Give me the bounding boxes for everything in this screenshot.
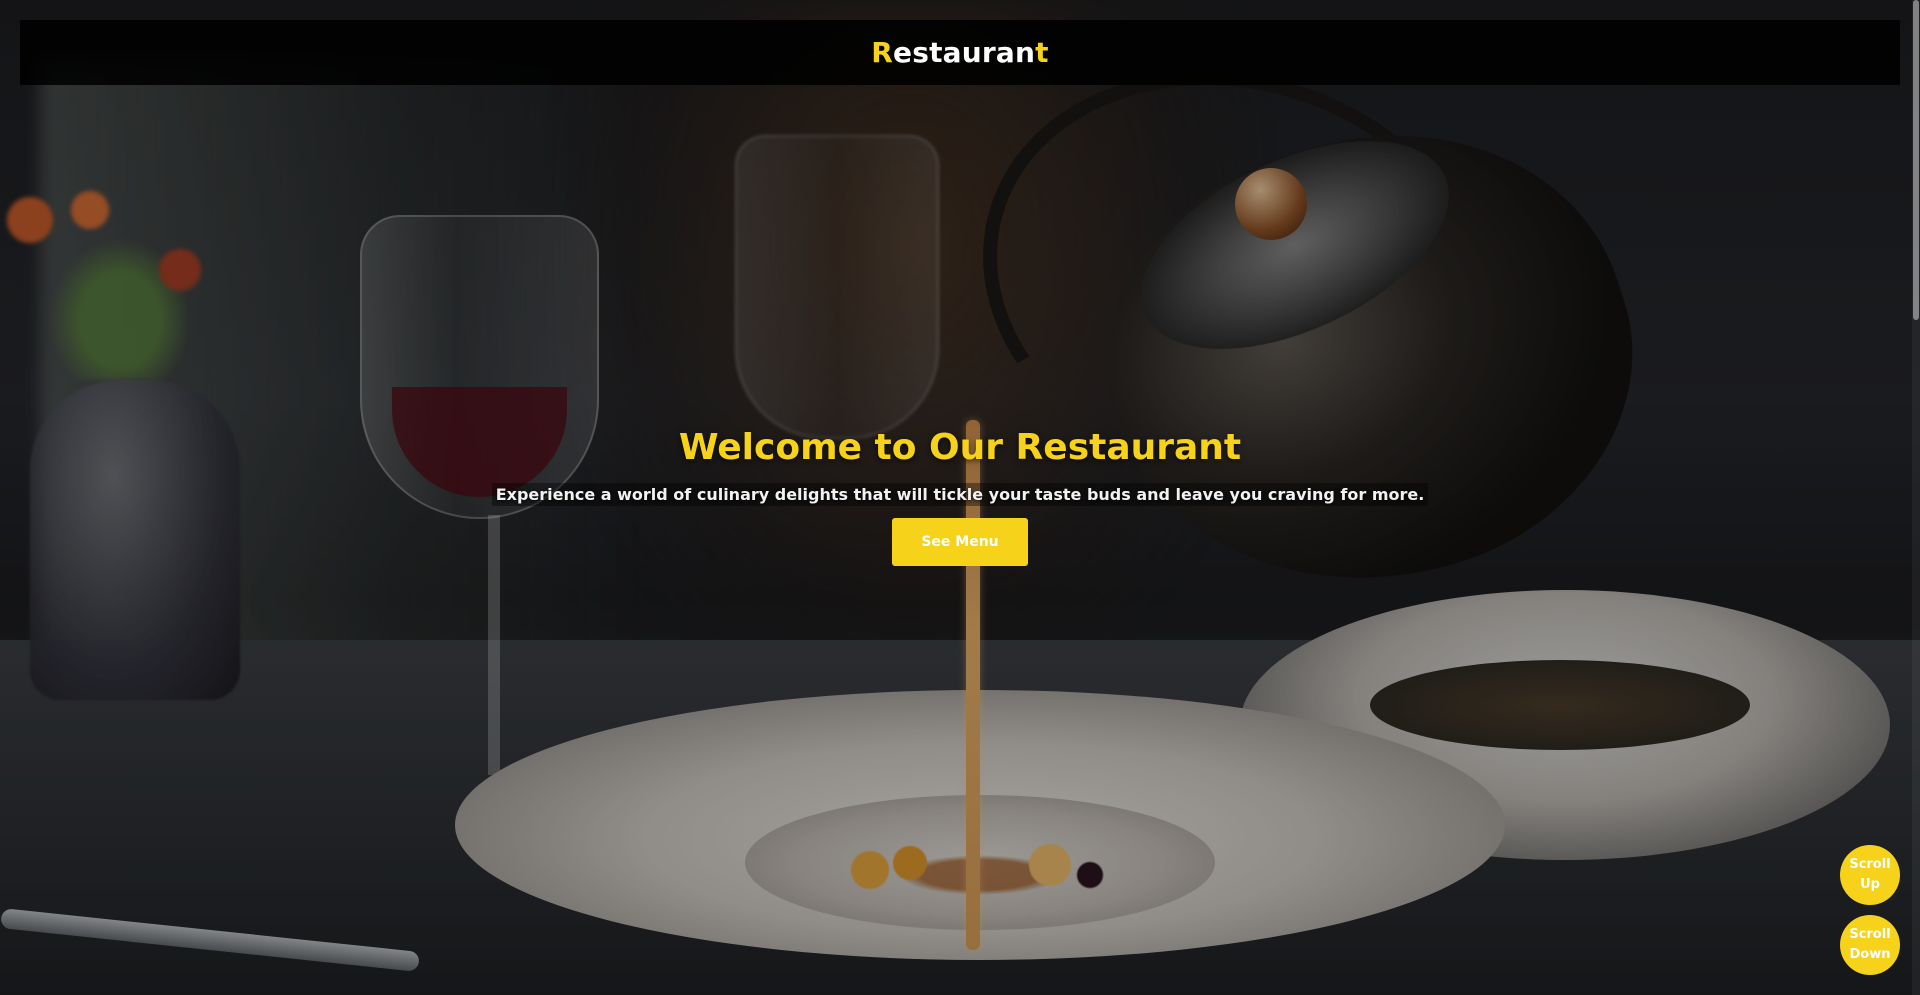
brand-letters-middle: estauran [893, 36, 1036, 69]
scroll-up-button[interactable]: Scroll Up [1840, 845, 1900, 905]
brand-letter-first: R [871, 36, 894, 69]
see-menu-button[interactable]: See Menu [892, 518, 1028, 566]
scrollbar-thumb[interactable] [1913, 0, 1919, 320]
hero-title: Welcome to Our Restaurant [678, 427, 1242, 468]
hero-content: Welcome to Our Restaurant Experience a w… [0, 420, 1920, 566]
scroll-down-button[interactable]: Scroll Down [1840, 915, 1900, 975]
brand-letter-last: t [1035, 36, 1049, 69]
site-header: Restaurant [20, 20, 1900, 85]
page-scrollbar[interactable] [1912, 0, 1920, 995]
brand-logo[interactable]: Restaurant [871, 36, 1048, 69]
hero-subtitle: Experience a world of culinary delights … [491, 483, 1429, 506]
